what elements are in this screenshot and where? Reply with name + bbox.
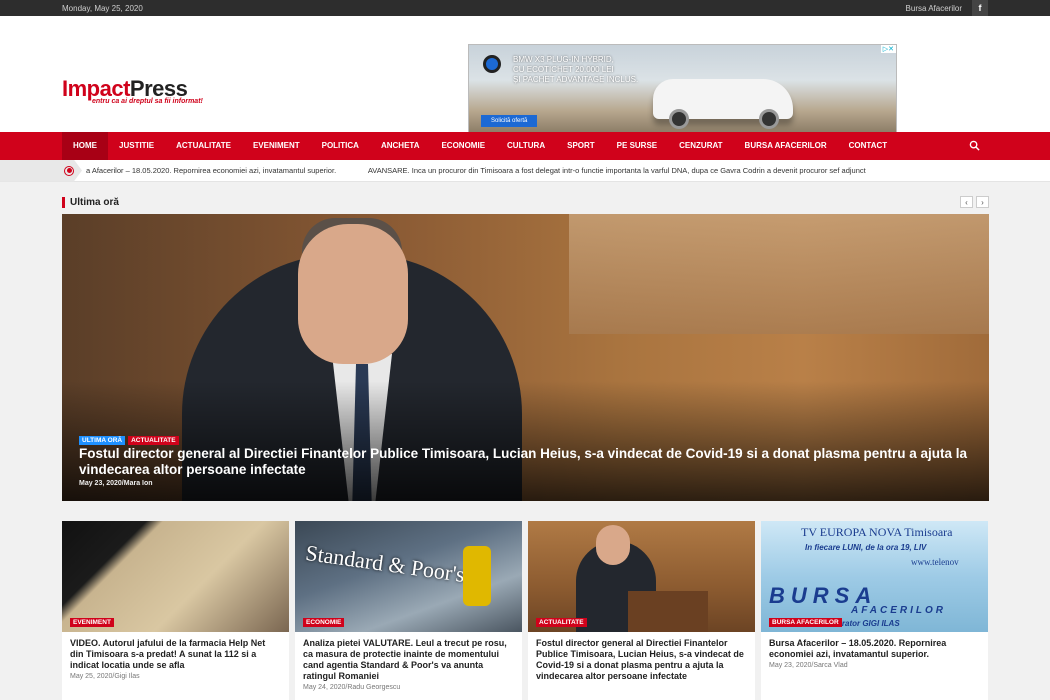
nav-cenzurat[interactable]: CENZURAT	[668, 132, 733, 160]
ad-text: BMW X3 PLUG-IN HYBRID, CU ECOTICHET 20.0…	[513, 55, 638, 85]
ad-line1: BMW X3 PLUG-IN HYBRID,	[513, 55, 614, 64]
news-ticker: a Afacerilor – 18.05.2020. Repornirea ec…	[0, 159, 1050, 182]
article-card[interactable]: Standard & Poor's ECONOMIE Analiza piete…	[295, 521, 522, 700]
slider-next-button[interactable]: ›	[976, 196, 989, 208]
article-meta	[528, 682, 755, 686]
ticker-item[interactable]: AVANSARE. Inca un procuror din Timisoara…	[368, 166, 866, 175]
article-image[interactable]: Standard & Poor's ECONOMIE	[295, 521, 522, 632]
slider-prev-button[interactable]: ‹	[960, 196, 973, 208]
facebook-icon[interactable]: f	[972, 0, 988, 16]
hero-person-head	[298, 224, 408, 364]
ad-line2: CU ECOTICHET 20.000 LEI	[513, 65, 614, 74]
ticker-item[interactable]: a Afacerilor – 18.05.2020. Repornirea ec…	[86, 166, 336, 175]
current-date: Monday, May 25, 2020	[62, 3, 143, 13]
top-link-bursa[interactable]: Bursa Afacerilor	[906, 4, 962, 13]
section-title: Ultima oră	[62, 196, 119, 208]
car-wheel	[669, 109, 689, 129]
section-header: Ultima oră ‹ ›	[62, 195, 989, 209]
nav-pe-surse[interactable]: PE SURSE	[606, 132, 668, 160]
nav-cultura[interactable]: CULTURA	[496, 132, 556, 160]
category-badge[interactable]: ACTUALITATE	[536, 618, 587, 627]
nav-justitie[interactable]: JUSTITIE	[108, 132, 165, 160]
hero-slide[interactable]: ULTIMA ORĂ ACTUALITATE Fostul director g…	[62, 214, 989, 501]
logo-tagline: entru ca ai dreptul sa fii informat!	[92, 98, 203, 105]
article-title[interactable]: Fostul director general al Directiei Fin…	[528, 632, 755, 682]
article-card[interactable]: TV EUROPA NOVA Timisoara In fiecare LUNI…	[761, 521, 988, 700]
nav-eveniment[interactable]: EVENIMENT	[242, 132, 311, 160]
nav-politica[interactable]: POLITICA	[311, 132, 370, 160]
image-text: TV EUROPA NOVA Timisoara	[801, 525, 953, 539]
header: ImpactPress entru ca ai dreptul sa fii i…	[0, 16, 1050, 134]
adchoices-icon[interactable]: ▷✕	[880, 45, 896, 53]
nav-ancheta[interactable]: ANCHETA	[370, 132, 431, 160]
nav-bursa-afacerilor[interactable]: BURSA AFACERILOR	[734, 132, 838, 160]
article-meta: May 23, 2020/Sarca Vlad	[769, 662, 848, 669]
article-meta: May 25, 2020/Gigi Ilas	[70, 673, 140, 680]
image-podium	[628, 591, 708, 632]
ticker-items: a Afacerilor – 18.05.2020. Repornirea ec…	[82, 166, 982, 175]
image-text: www.telenov	[911, 557, 959, 567]
hero-category-badge[interactable]: ACTUALITATE	[128, 436, 179, 445]
traffic-light	[463, 546, 491, 606]
category-badge[interactable]: EVENIMENT	[70, 618, 114, 627]
hero-overlay	[62, 381, 989, 501]
article-title[interactable]: Analiza pietei VALUTARE. Leul a trecut p…	[295, 632, 522, 682]
image-text: In fiecare LUNI, de la ora 19, LIV	[805, 543, 927, 552]
category-badge[interactable]: BURSA AFACERILOR	[769, 618, 842, 627]
article-title[interactable]: VIDEO. Autorul jafului de la farmacia He…	[62, 632, 289, 671]
nav-economie[interactable]: ECONOMIE	[430, 132, 496, 160]
nav-sport[interactable]: SPORT	[556, 132, 606, 160]
site-logo[interactable]: ImpactPress entru ca ai dreptul sa fii i…	[62, 76, 203, 105]
category-badge[interactable]: ECONOMIE	[303, 618, 345, 627]
hero-background	[569, 214, 989, 334]
article-image[interactable]: ACTUALITATE	[528, 521, 755, 632]
hero-meta: May 23, 2020/Mara Ion	[79, 480, 153, 487]
hero-category-badge[interactable]: ULTIMA ORĂ	[79, 436, 126, 445]
image-sign-text: Standard & Poor's	[304, 539, 467, 588]
car-wheel	[759, 109, 779, 129]
search-icon[interactable]	[969, 140, 980, 151]
main-nav: HOME JUSTITIE ACTUALITATE EVENIMENT POLI…	[0, 132, 1050, 160]
image-person-head	[596, 525, 630, 565]
hero-title[interactable]: Fostul director general al Directiei Fin…	[79, 446, 979, 478]
bmw-logo-icon	[483, 55, 501, 73]
top-bar: Monday, May 25, 2020 Bursa Afacerilor f	[0, 0, 1050, 16]
article-image[interactable]: TV EUROPA NOVA Timisoara In fiecare LUNI…	[761, 521, 988, 632]
nav-home[interactable]: HOME	[62, 132, 108, 160]
article-title[interactable]: Bursa Afacerilor – 18.05.2020. Repornire…	[761, 632, 988, 660]
ticker-indicator	[0, 159, 82, 182]
nav-contact[interactable]: CONTACT	[838, 132, 899, 160]
banner-ad[interactable]: BMW X3 PLUG-IN HYBRID, CU ECOTICHET 20.0…	[468, 44, 897, 134]
article-image[interactable]: EVENIMENT	[62, 521, 289, 632]
ad-line3: ȘI PACHET ADVANTAGE INCLUS.	[513, 75, 639, 84]
nav-actualitate[interactable]: ACTUALITATE	[165, 132, 242, 160]
article-meta: May 24, 2020/Radu Georgescu	[303, 684, 401, 691]
live-dot-icon	[64, 165, 74, 176]
article-card[interactable]: ACTUALITATE Fostul director general al D…	[528, 521, 755, 700]
ad-offer-button[interactable]: Solicită ofertă	[481, 115, 538, 127]
article-card[interactable]: EVENIMENT VIDEO. Autorul jafului de la f…	[62, 521, 289, 700]
image-text: AFACERILOR	[851, 605, 946, 616]
article-cards: EVENIMENT VIDEO. Autorul jafului de la f…	[62, 521, 988, 700]
